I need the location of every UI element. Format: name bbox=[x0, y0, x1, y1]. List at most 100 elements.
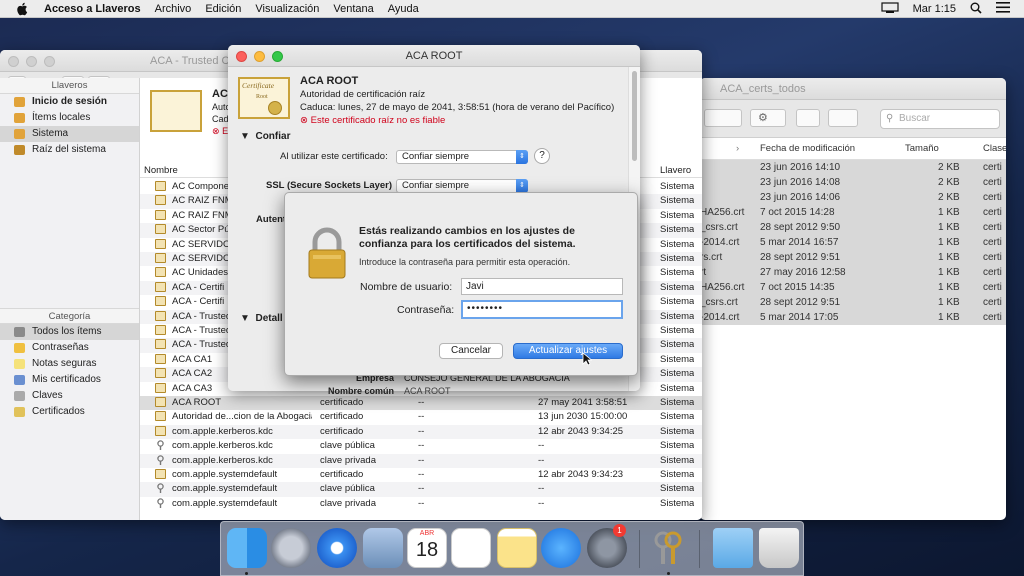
file-row[interactable]: 23 jun 2016 14:10 2 KB certi bbox=[700, 160, 1006, 175]
safari-compass-icon[interactable] bbox=[317, 528, 357, 568]
menu-ventana[interactable]: Ventana bbox=[333, 3, 373, 15]
view-list-button[interactable] bbox=[704, 109, 742, 127]
item-date: -- bbox=[418, 497, 425, 509]
notes-dock-icon[interactable] bbox=[497, 528, 537, 568]
apple-menu-icon[interactable] bbox=[16, 2, 30, 16]
header-size[interactable]: Tamaño bbox=[905, 143, 939, 154]
menu-app-name[interactable]: Acceso a Llaveros bbox=[44, 3, 141, 15]
certificate-icon bbox=[155, 195, 166, 206]
file-row[interactable]: 23 jun 2016 14:06 2 KB certi bbox=[700, 190, 1006, 205]
spotlight-search-icon[interactable] bbox=[970, 2, 982, 17]
menu-ayuda[interactable]: Ayuda bbox=[388, 3, 419, 15]
password-field[interactable]: •••••••• bbox=[461, 300, 623, 319]
username-field[interactable]: Javi bbox=[461, 278, 623, 295]
cancel-button[interactable]: Cancelar bbox=[439, 343, 503, 359]
menu-archivo[interactable]: Archivo bbox=[155, 3, 192, 15]
certificate-icon bbox=[155, 382, 166, 393]
preview-eagle-icon[interactable] bbox=[363, 528, 403, 568]
certificate-root-icon: Certificate Root bbox=[238, 77, 290, 119]
keychain-row[interactable]: com.apple.systemdefault certificado -- 12 a… bbox=[140, 468, 702, 482]
update-settings-button[interactable]: Actualizar ajustes bbox=[513, 343, 623, 359]
sidebar-item-label: Sistema bbox=[32, 128, 69, 139]
close-button[interactable] bbox=[8, 56, 19, 67]
keychain-row[interactable]: com.apple.kerberos.kdc certificado -- 12 ab… bbox=[140, 424, 702, 440]
search-icon: ⚲ bbox=[886, 113, 894, 124]
keychain-row[interactable]: com.apple.kerberos.kdc clave pública -- -- S… bbox=[140, 439, 702, 453]
password-label: Contraseña: bbox=[397, 304, 455, 316]
file-row[interactable]: rt 27 may 2016 12:58 1 KB certi bbox=[700, 265, 1006, 280]
keychain-row[interactable]: Autoridad de...cion de la Abogacia certif… bbox=[140, 410, 702, 424]
cert-zoom-button[interactable] bbox=[272, 51, 283, 62]
sidebar-keychain-item[interactable]: Inicio de sesión bbox=[0, 94, 139, 110]
when-using-popup[interactable]: Confiar siempre ⇕ bbox=[396, 150, 528, 164]
item-expires: -- bbox=[538, 454, 545, 466]
file-size: 2 KB bbox=[938, 177, 960, 188]
cert-close-button[interactable] bbox=[236, 51, 247, 62]
app-store-icon[interactable] bbox=[541, 528, 581, 568]
zoom-button[interactable] bbox=[44, 56, 55, 67]
item-name: com.apple.systemdefault bbox=[172, 497, 278, 509]
sidebar-category-item[interactable]: Todos los ítems bbox=[0, 324, 139, 340]
keychain-access-keys-icon[interactable] bbox=[649, 528, 689, 568]
sidebar-category-item[interactable]: Certificados bbox=[0, 404, 139, 420]
file-row[interactable]: _csrs.crt 28 sept 2012 9:51 1 KB certi bbox=[700, 295, 1006, 310]
sort-chevron-icon[interactable]: › bbox=[736, 143, 739, 154]
item-expires: 12 abr 2043 9:34:25 bbox=[538, 425, 624, 437]
keychain-row[interactable]: com.apple.kerberos.kdc clave privada -- -- S… bbox=[140, 453, 702, 468]
file-row[interactable]: HA256.crt 7 oct 2015 14:28 1 KB certi bbox=[700, 205, 1006, 220]
cert-expiry: Caduca: lunes, 27 de mayo de 2041, 3:58:… bbox=[300, 102, 615, 113]
sidebar-category-item[interactable]: Claves bbox=[0, 388, 139, 404]
item-keychain: Sistema bbox=[660, 224, 695, 236]
trust-section-toggle[interactable]: ▼ Confiar bbox=[240, 131, 290, 142]
file-date: 23 jun 2016 14:06 bbox=[760, 192, 841, 203]
finder-search-input[interactable]: ⚲ Buscar bbox=[880, 109, 1000, 129]
airplay-icon[interactable] bbox=[880, 1, 899, 17]
keychain-row[interactable]: com.apple.systemdefault clave privada -- --… bbox=[140, 497, 702, 511]
finder-window[interactable]: ACA_certs_todos ⚙ ⚲ Buscar › Fecha de mo… bbox=[700, 78, 1006, 520]
file-row[interactable]: 23 jun 2016 14:08 2 KB certi bbox=[700, 175, 1006, 190]
share-button[interactable] bbox=[796, 109, 820, 127]
username-label: Nombre de usuario: bbox=[360, 281, 453, 293]
header-name[interactable]: Nombre bbox=[144, 165, 178, 176]
item-kind: clave pública bbox=[320, 483, 375, 495]
sidebar-category-item[interactable]: Contraseñas bbox=[0, 340, 139, 356]
help-button[interactable]: ? bbox=[534, 148, 550, 164]
sidebar-category-item[interactable]: Notas seguras bbox=[0, 356, 139, 372]
file-row[interactable]: _csrs.crt 28 sept 2012 9:50 1 KB certi bbox=[700, 220, 1006, 235]
file-size: 1 KB bbox=[938, 282, 960, 293]
ssl-popup[interactable]: Confiar siempre ⇕ bbox=[396, 179, 528, 193]
notification-center-icon[interactable] bbox=[996, 2, 1010, 16]
passwords-icon bbox=[14, 343, 25, 353]
file-row[interactable]: rs.crt 28 sept 2012 9:51 1 KB certi bbox=[700, 250, 1006, 265]
header-kind[interactable]: Clase bbox=[983, 143, 1006, 154]
reminders-list-icon[interactable] bbox=[451, 528, 491, 568]
details-section-toggle[interactable]: ▼ Detall bbox=[240, 313, 283, 324]
trash-icon[interactable] bbox=[759, 528, 799, 568]
finder-file-list: 23 jun 2016 14:10 2 KB certi 23 jun 2016 14… bbox=[700, 160, 1006, 325]
finder-dock-icon[interactable] bbox=[227, 528, 267, 568]
launchpad-rocket-icon[interactable] bbox=[271, 528, 311, 568]
sidebar-keychain-item[interactable]: Sistema bbox=[0, 126, 139, 142]
menu-visualizacion[interactable]: Visualización bbox=[255, 3, 319, 15]
header-date[interactable]: Fecha de modificación bbox=[760, 143, 855, 154]
sidebar-keychain-item[interactable]: Raíz del sistema bbox=[0, 142, 139, 158]
file-row[interactable]: -2014.crt 5 mar 2014 17:05 1 KB certi bbox=[700, 310, 1006, 325]
clock[interactable]: Mar 1:15 bbox=[913, 3, 956, 15]
tag-button[interactable] bbox=[828, 109, 858, 127]
menu-edicion[interactable]: Edición bbox=[205, 3, 241, 15]
calendar-dock-icon[interactable]: ABR 18 bbox=[407, 528, 447, 568]
cert-minimize-button[interactable] bbox=[254, 51, 265, 62]
minimize-button[interactable] bbox=[26, 56, 37, 67]
keychain-row[interactable]: ACA ROOT certificado -- 27 may 2041 3:58:51… bbox=[140, 396, 702, 411]
header-keychain[interactable]: Llavero bbox=[660, 165, 691, 176]
sidebar-category-item[interactable]: Mis certificados bbox=[0, 372, 139, 388]
cert-scroll-thumb[interactable] bbox=[632, 71, 637, 161]
keychain-row[interactable]: com.apple.systemdefault clave pública -- --… bbox=[140, 482, 702, 497]
sidebar-keychain-item[interactable]: Ítems locales bbox=[0, 110, 139, 126]
file-row[interactable]: -2014.crt 5 mar 2014 16:57 1 KB certi bbox=[700, 235, 1006, 250]
file-row[interactable]: HA256.crt 7 oct 2015 14:35 1 KB certi bbox=[700, 280, 1006, 295]
item-keychain: Sistema bbox=[660, 368, 695, 380]
downloads-folder-icon[interactable] bbox=[713, 528, 753, 568]
action-gear-button[interactable]: ⚙ bbox=[750, 109, 786, 127]
updates-badge: 1 bbox=[613, 524, 626, 537]
